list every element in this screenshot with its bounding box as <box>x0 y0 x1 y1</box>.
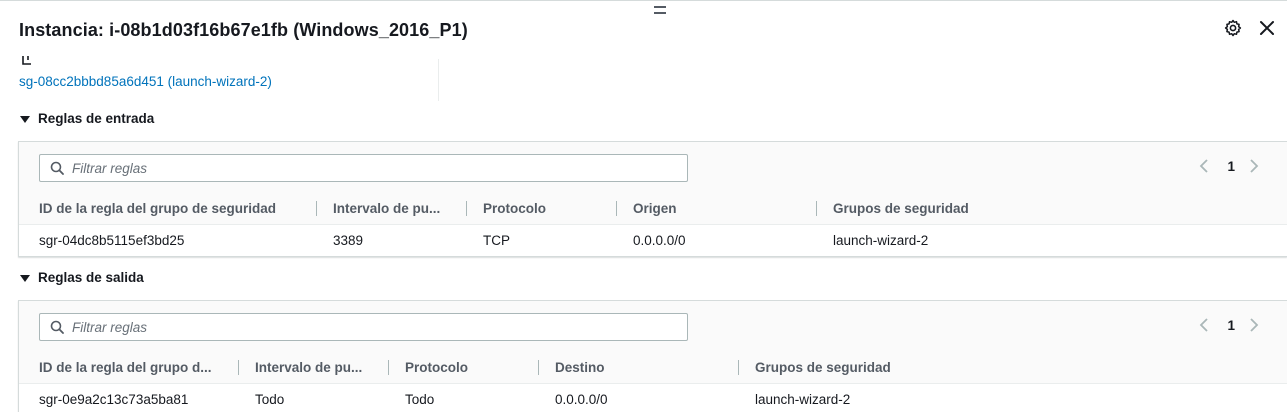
column-resizer[interactable] <box>388 360 389 375</box>
column-resizer[interactable] <box>466 201 467 216</box>
column-divider <box>438 59 439 101</box>
cell-protocol: Todo <box>405 392 435 407</box>
cell-security-group: launch-wizard-2 <box>833 233 929 248</box>
table-row: sgr-0e9a2c13c73a5ba81 Todo Todo 0.0.0.0/… <box>19 384 1287 412</box>
search-icon <box>50 161 64 175</box>
chevron-right-icon[interactable] <box>1249 317 1263 333</box>
cell-protocol: TCP <box>483 233 510 248</box>
column-header-destination[interactable]: Destino <box>555 351 605 384</box>
close-icon[interactable] <box>1257 18 1277 38</box>
inbound-page-number[interactable]: 1 <box>1227 159 1235 174</box>
column-resizer[interactable] <box>738 360 739 375</box>
cell-port-range: Todo <box>255 392 285 407</box>
column-header-port-range[interactable]: Intervalo de pu... <box>255 351 362 384</box>
outbound-filter-input[interactable] <box>72 319 652 335</box>
outbound-rules-toggle[interactable]: Reglas de salida <box>19 270 144 285</box>
column-resizer[interactable] <box>616 201 617 216</box>
column-header-security-groups[interactable]: Grupos de seguridad <box>833 192 969 225</box>
cell-rule-id: sgr-04dc8b5115ef3bd25 <box>39 233 185 248</box>
security-group-link[interactable]: sg-08cc2bbbd85a6d451 (launch-wizard-2) <box>19 74 272 89</box>
inbound-filter-input[interactable] <box>72 160 652 176</box>
column-resizer[interactable] <box>816 201 817 216</box>
cell-port-range: 3389 <box>333 233 364 248</box>
column-header-rule-id[interactable]: ID de la regla del grupo d... <box>39 351 212 384</box>
outbound-toolbar: 1 <box>19 301 1287 351</box>
cell-rule-id: sgr-0e9a2c13c73a5ba81 <box>39 392 189 407</box>
column-header-security-groups[interactable]: Grupos de seguridad <box>755 351 891 384</box>
column-header-protocol[interactable]: Protocolo <box>405 351 468 384</box>
outbound-table-header: ID de la regla del grupo d... Intervalo … <box>19 351 1287 384</box>
copy-icon[interactable] <box>22 54 36 66</box>
inbound-table-header: ID de la regla del grupo de seguridad In… <box>19 192 1287 225</box>
inbound-rules-toggle[interactable]: Reglas de entrada <box>19 111 154 126</box>
inbound-filter[interactable] <box>39 154 688 182</box>
inbound-toolbar: 1 <box>19 142 1287 192</box>
column-resizer[interactable] <box>316 201 317 216</box>
column-header-source[interactable]: Origen <box>633 192 677 225</box>
table-row: sgr-04dc8b5115ef3bd25 3389 TCP 0.0.0.0/0… <box>19 225 1287 256</box>
column-header-protocol[interactable]: Protocolo <box>483 192 546 225</box>
outbound-pagination: 1 <box>1199 317 1263 333</box>
panel-title: Instancia: i-08b1d03f16b67e1fb (Windows_… <box>19 19 468 40</box>
search-icon <box>50 320 64 334</box>
column-header-rule-id[interactable]: ID de la regla del grupo de seguridad <box>39 192 276 225</box>
outbound-page-number[interactable]: 1 <box>1227 318 1235 333</box>
caret-down-icon <box>20 115 30 123</box>
cell-destination: 0.0.0.0/0 <box>555 392 608 407</box>
column-header-port-range[interactable]: Intervalo de pu... <box>333 192 440 225</box>
instance-security-panel: Instancia: i-08b1d03f16b67e1fb (Windows_… <box>0 0 1287 412</box>
outbound-rules-label: Reglas de salida <box>38 270 144 285</box>
caret-down-icon <box>20 274 30 282</box>
inbound-rules-table: 1 ID de la regla del grupo de seguridad … <box>18 141 1287 257</box>
chevron-right-icon[interactable] <box>1249 158 1263 174</box>
gear-icon[interactable] <box>1223 18 1243 38</box>
column-resizer[interactable] <box>238 360 239 375</box>
cell-security-group: launch-wizard-2 <box>755 392 851 407</box>
chevron-left-icon[interactable] <box>1199 317 1213 333</box>
column-resizer[interactable] <box>538 360 539 375</box>
outbound-rules-table: 1 ID de la regla del grupo d... Interval… <box>18 300 1287 412</box>
resize-handle[interactable] <box>654 6 666 14</box>
panel-header: Instancia: i-08b1d03f16b67e1fb (Windows_… <box>19 18 1277 42</box>
inbound-rules-label: Reglas de entrada <box>38 111 155 126</box>
inbound-pagination: 1 <box>1199 158 1263 174</box>
chevron-left-icon[interactable] <box>1199 158 1213 174</box>
cell-source: 0.0.0.0/0 <box>633 233 686 248</box>
outbound-filter[interactable] <box>39 313 688 341</box>
header-actions <box>1223 18 1277 38</box>
